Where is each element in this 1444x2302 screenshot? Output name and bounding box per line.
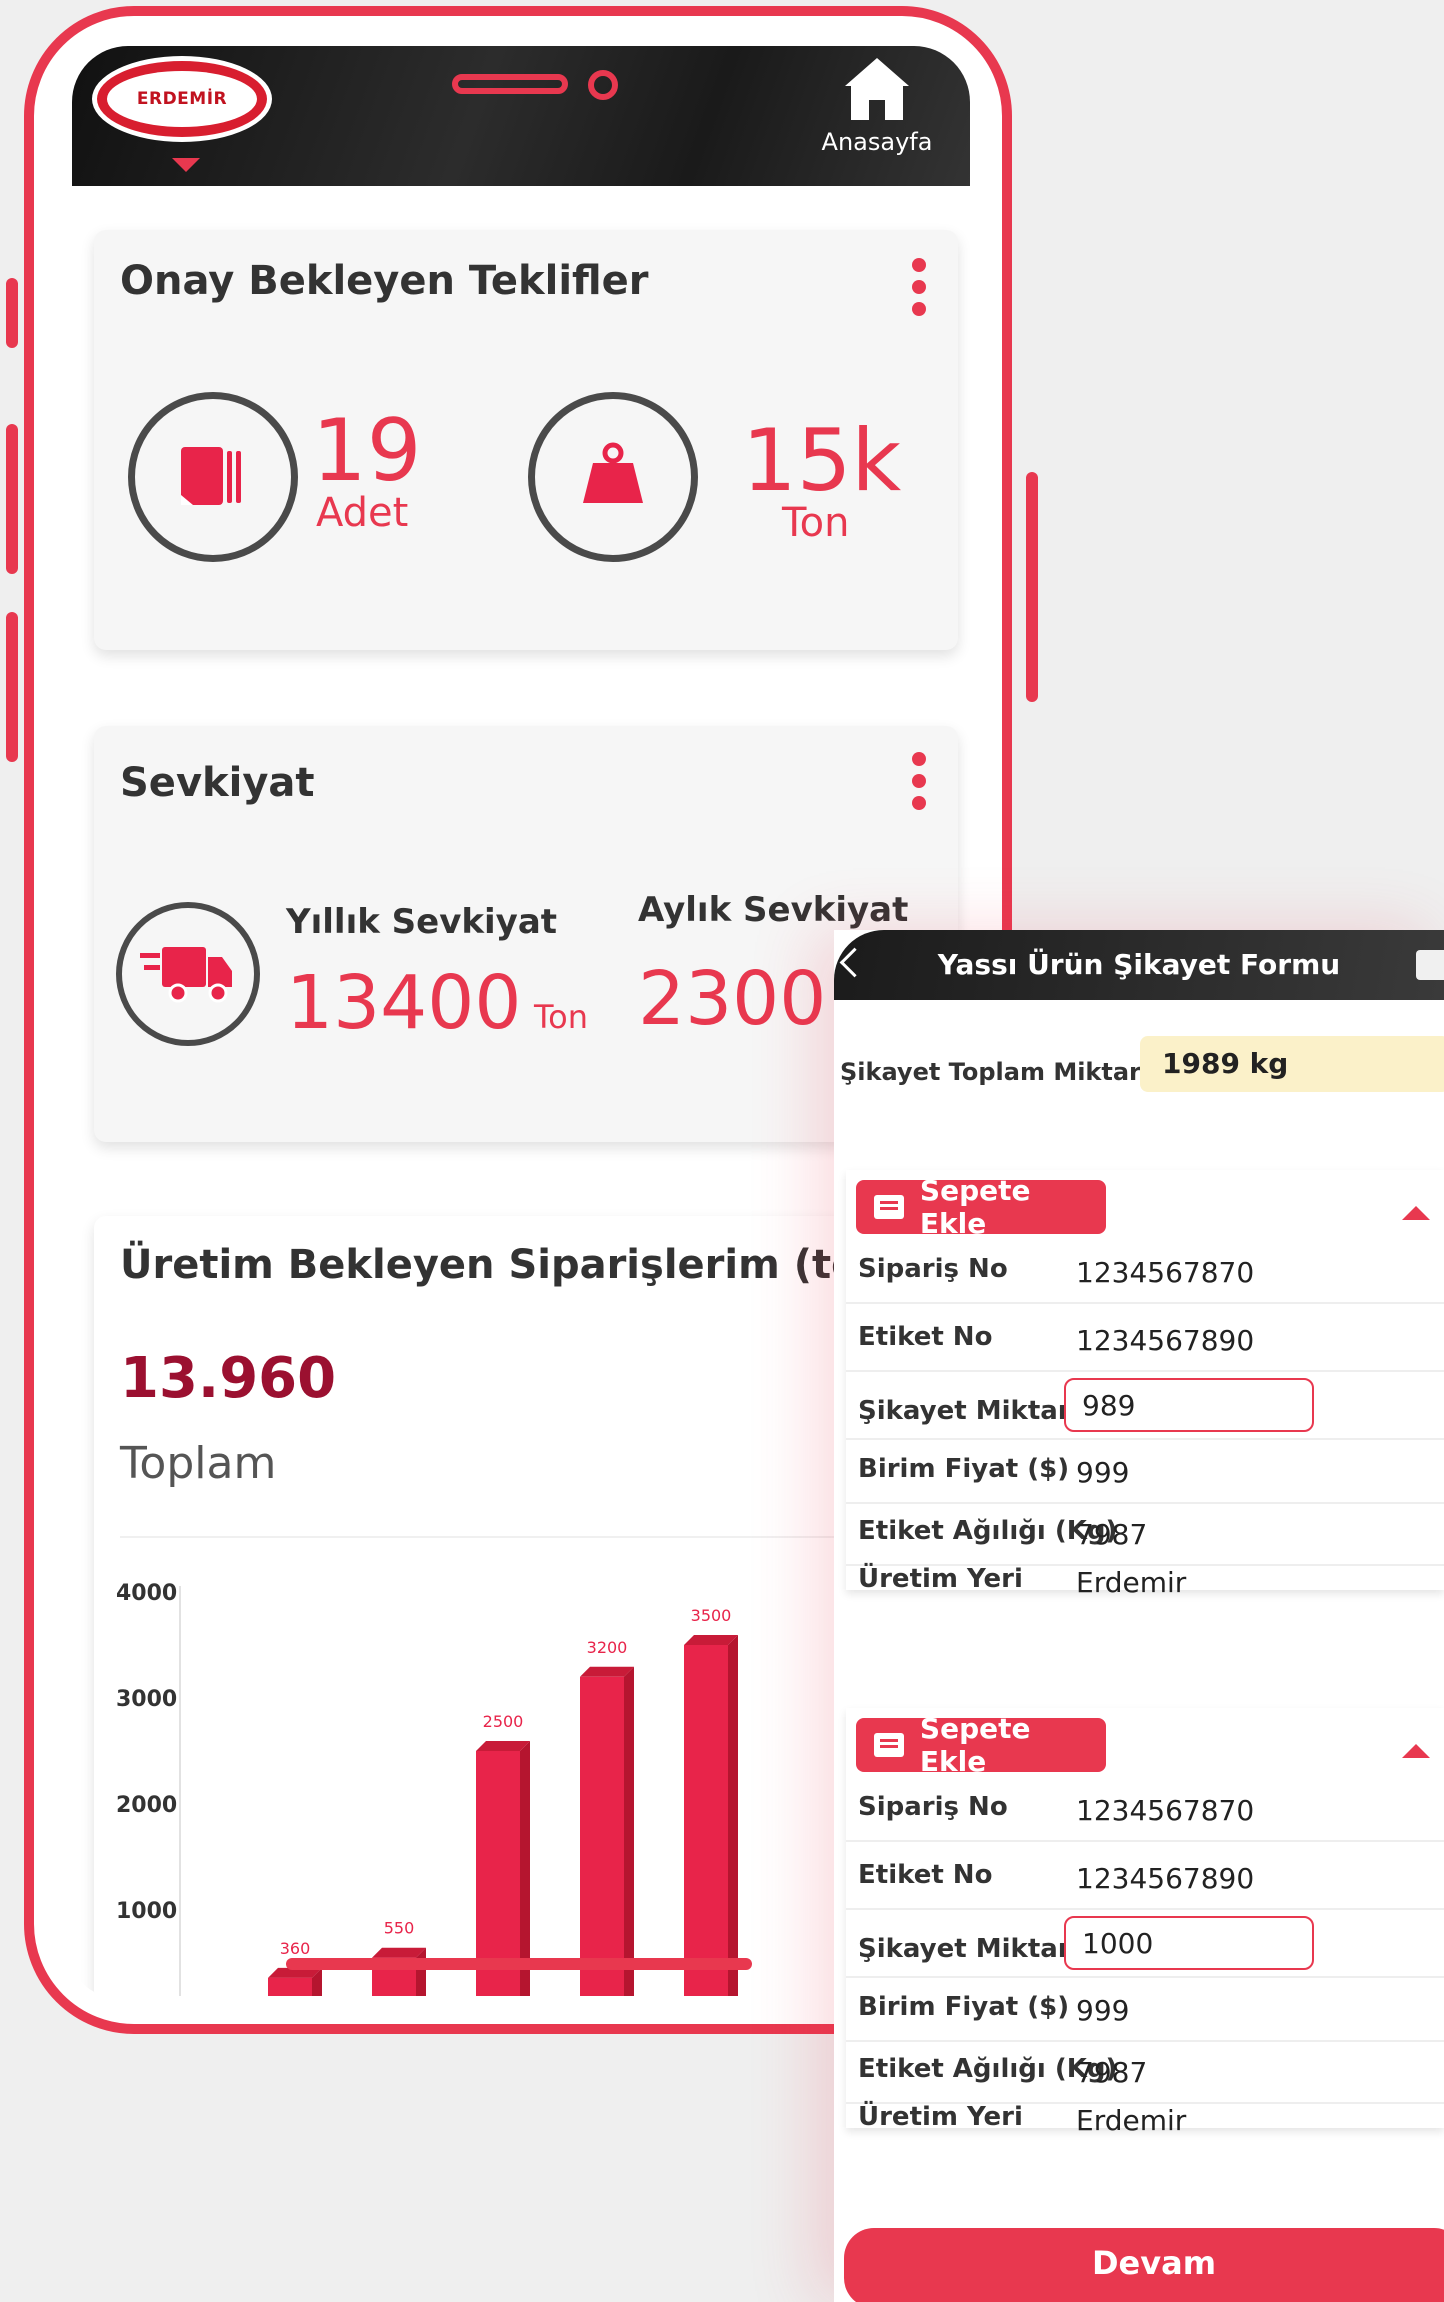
unit-price-row: Birim Fiyat ($) 999 xyxy=(846,1440,1444,1504)
order-no-value: 1234567870 xyxy=(1076,1794,1255,1827)
add-to-cart-label: Sepete Ekle xyxy=(919,1174,1031,1240)
home-button[interactable]: Anasayfa xyxy=(802,54,952,174)
card-title: Onay Bekleyen Teklifler xyxy=(120,258,649,304)
form-header: Yassı Ürün Şikayet Formu xyxy=(834,930,1444,1000)
add-to-cart-label: Sepete Ekle xyxy=(919,1712,1031,1778)
offers-count-unit: Adet xyxy=(316,490,409,536)
chevron-up-icon[interactable] xyxy=(1402,1744,1430,1758)
monthly-shipment-value: 2300 xyxy=(638,956,827,1042)
chevron-up-icon[interactable] xyxy=(1402,1206,1430,1220)
offers-weight: 15k xyxy=(742,411,902,511)
y-tick-label: 3000 xyxy=(116,1687,177,1712)
shipment-card: Sevkiyat Yıllık Sevkiyat 13400 Ton Aylık… xyxy=(94,726,958,1142)
order-no-value: 1234567870 xyxy=(1076,1256,1255,1289)
unit-price-row: Birim Fiyat ($) 999 xyxy=(846,1978,1444,2042)
add-to-cart-button[interactable]: Sepete Ekle xyxy=(856,1712,1106,1778)
tag-no-row: Etiket No 1234567890 xyxy=(846,1846,1444,1910)
complaint-qty-row: Şikayet Miktarı (Kg) xyxy=(846,1376,1444,1440)
bar-value-label: 3500 xyxy=(691,1606,732,1625)
origin-value: Erdemir xyxy=(1076,2104,1187,2137)
orders-bar-chart: 1000 2000 3000 4000 360 550 2500 3200 3500 xyxy=(116,1581,738,1996)
complaint-item: Sepete Ekle Sipariş No 1234567870 Etiket… xyxy=(846,1170,1444,1599)
bar-value-label: 2500 xyxy=(483,1712,524,1731)
orders-card: Üretim Bekleyen Siparişlerim (ton) 13.96… xyxy=(94,1216,958,1996)
y-tick-label: 2000 xyxy=(116,1793,177,1818)
document-icon xyxy=(128,392,298,562)
bar-value-label: 360 xyxy=(280,1939,311,1958)
bar-value-label: 550 xyxy=(384,1919,415,1938)
offers-count: 19 xyxy=(312,401,422,501)
card-title: Sevkiyat xyxy=(120,760,315,806)
logo-text: ERDEMİR xyxy=(107,71,257,127)
bar xyxy=(684,1635,738,1996)
tag-weight-value: 7987 xyxy=(1076,2056,1148,2089)
cart-icon xyxy=(874,1195,904,1219)
cart-icon xyxy=(874,1733,904,1757)
bar xyxy=(580,1666,634,1996)
document-icon[interactable] xyxy=(1416,950,1444,980)
side-button xyxy=(1026,472,1038,702)
tag-no-label: Etiket No xyxy=(858,1860,993,1890)
side-button xyxy=(6,424,18,574)
unit-price-value: 999 xyxy=(1076,1994,1130,2027)
complaint-qty-row: Şikayet Miktarı (Kg) xyxy=(846,1914,1444,1978)
bar xyxy=(372,1947,426,1996)
tag-weight-row: Etiket Ağılığı (Kg) 7987 xyxy=(846,2040,1444,2104)
tag-no-value: 1234567890 xyxy=(1076,1324,1255,1357)
order-no-row: Sipariş No 1234567870 xyxy=(846,1240,1444,1304)
complaint-form-panel: Yassı Ürün Şikayet Formu Şikayet Toplam … xyxy=(834,930,1444,2302)
tag-weight-value: 7987 xyxy=(1076,1518,1148,1551)
origin-value: Erdemir xyxy=(1076,1566,1187,1599)
continue-button[interactable]: Devam xyxy=(844,2228,1444,2302)
side-button xyxy=(6,612,18,762)
tag-no-value: 1234567890 xyxy=(1076,1862,1255,1895)
tag-no-row: Etiket No 1234567890 xyxy=(846,1308,1444,1372)
offers-weight-unit: Ton xyxy=(782,500,850,546)
home-indicator[interactable] xyxy=(286,1958,752,1970)
speaker-slot xyxy=(452,74,568,94)
order-no-label: Sipariş No xyxy=(858,1792,1008,1822)
truck-icon xyxy=(116,902,260,1046)
more-options-icon[interactable] xyxy=(912,258,928,324)
total-complaint-value: 1989 kg xyxy=(1140,1036,1444,1092)
origin-label: Üretim Yeri xyxy=(858,1564,1023,1594)
form-title: Yassı Ürün Şikayet Formu xyxy=(937,948,1341,981)
origin-row: Üretim Yeri Erdemir xyxy=(846,1564,1444,1626)
unit-price-value: 999 xyxy=(1076,1456,1130,1489)
complaint-qty-input[interactable] xyxy=(1064,1916,1314,1970)
add-to-cart-button[interactable]: Sepete Ekle xyxy=(856,1174,1106,1240)
chevron-down-icon[interactable] xyxy=(172,158,200,172)
complaint-item: Sepete Ekle Sipariş No 1234567870 Etiket… xyxy=(846,1708,1444,2137)
origin-label: Üretim Yeri xyxy=(858,2102,1023,2132)
bar-value-label: 3200 xyxy=(587,1638,628,1657)
tag-no-label: Etiket No xyxy=(858,1322,993,1352)
yearly-shipment-label: Yıllık Sevkiyat xyxy=(286,902,558,942)
side-button xyxy=(6,278,18,348)
y-tick-label: 1000 xyxy=(116,1899,177,1924)
yearly-shipment-unit: Ton xyxy=(534,998,588,1036)
order-no-row: Sipariş No 1234567870 xyxy=(846,1778,1444,1842)
total-complaint-label: Şikayet Toplam Miktarı xyxy=(840,1058,1150,1086)
yearly-shipment-value: 13400 xyxy=(286,960,522,1046)
complaint-qty-input[interactable] xyxy=(1064,1378,1314,1432)
more-options-icon[interactable] xyxy=(912,752,928,818)
monthly-shipment-label: Aylık Sevkiyat xyxy=(638,890,909,930)
home-icon xyxy=(845,58,909,120)
weight-icon xyxy=(528,392,698,562)
y-tick-label: 4000 xyxy=(116,1581,177,1606)
top-bar: ERDEMİR Anasayfa xyxy=(72,46,970,186)
origin-row: Üretim Yeri Erdemir xyxy=(846,2102,1444,2164)
tag-weight-row: Etiket Ağılığı (Kg) 7987 xyxy=(846,1502,1444,1566)
unit-price-label: Birim Fiyat ($) xyxy=(858,1454,1070,1484)
unit-price-label: Birim Fiyat ($) xyxy=(858,1992,1070,2022)
order-no-label: Sipariş No xyxy=(858,1254,1008,1284)
home-label: Anasayfa xyxy=(821,128,933,156)
pending-offers-card: Onay Bekleyen Teklifler 19 Adet 15k Ton xyxy=(94,230,958,650)
erdemir-logo[interactable]: ERDEMİR xyxy=(92,56,272,142)
bar xyxy=(268,1967,322,1996)
camera-dot xyxy=(588,70,618,100)
